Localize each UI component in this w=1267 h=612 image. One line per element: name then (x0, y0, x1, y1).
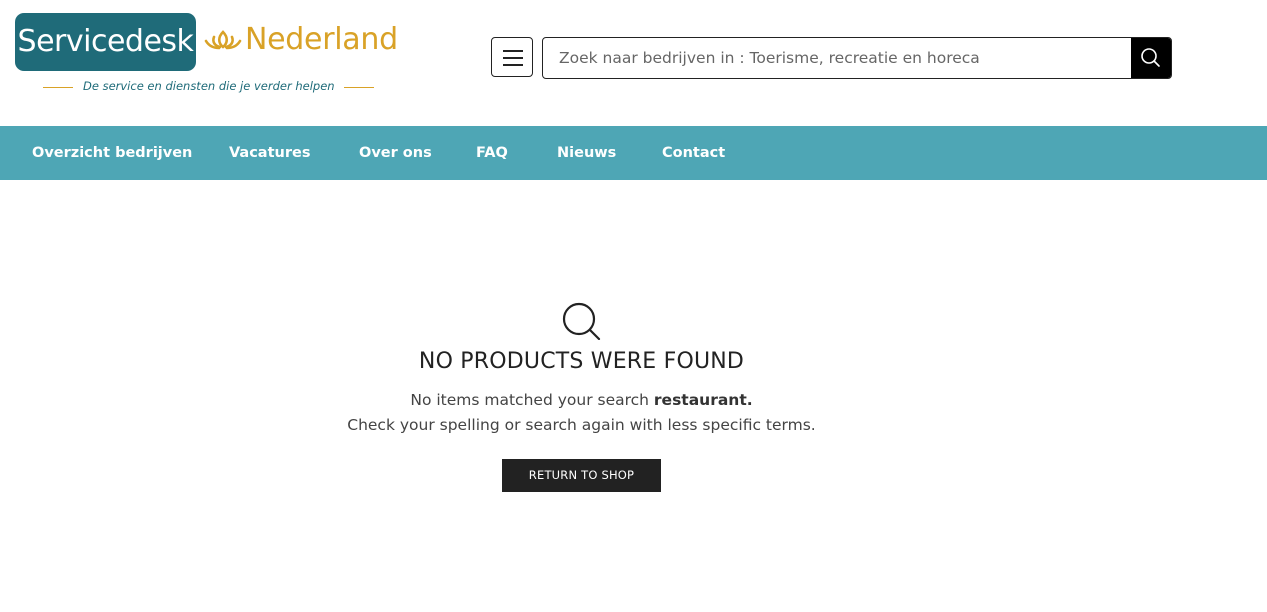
hamburger-icon (503, 64, 523, 66)
hamburger-icon (503, 57, 523, 59)
tagline: De service en diensten die je verder hel… (83, 79, 335, 93)
search-button[interactable] (1131, 38, 1171, 78)
return-to-shop-button[interactable]: RETURN TO SHOP (502, 459, 661, 492)
nav-item-nieuws[interactable]: Nieuws (557, 126, 616, 180)
no-results-title: NO PRODUCTS WERE FOUND (418, 349, 745, 374)
search-icon (1141, 48, 1160, 67)
no-results-message: No items matched your search restaurant. (0, 391, 1163, 409)
hamburger-icon (503, 50, 523, 52)
no-results-hint: Check your spelling or search again with… (347, 416, 816, 434)
nav-item-faq[interactable]: FAQ (476, 126, 508, 180)
nav-item-over-ons[interactable]: Over ons (359, 126, 432, 180)
tagline-divider-right (344, 87, 374, 88)
no-results-prefix: No items matched your search (410, 391, 654, 409)
menu-button[interactable] (491, 37, 533, 77)
nav-item-overzicht-bedrijven[interactable]: Overzicht bedrijven (32, 126, 192, 180)
site-header: Servicedesk Nederland De service en dien… (0, 0, 1267, 126)
search-bar (542, 37, 1172, 79)
tagline-divider-left (43, 87, 73, 88)
site-logo[interactable]: Servicedesk Nederland De service en dien… (15, 13, 405, 98)
main-nav: Overzicht bedrijven Vacatures Over ons F… (0, 126, 1267, 180)
logo-name: Nederland (245, 22, 398, 57)
nav-item-contact[interactable]: Contact (662, 126, 725, 180)
lotus-icon (204, 30, 242, 50)
nav-item-vacatures[interactable]: Vacatures (229, 126, 310, 180)
search-input[interactable] (543, 38, 1132, 78)
logo-badge: Servicedesk (15, 13, 196, 71)
search-icon (562, 302, 601, 340)
search-query: restaurant. (653, 391, 753, 409)
